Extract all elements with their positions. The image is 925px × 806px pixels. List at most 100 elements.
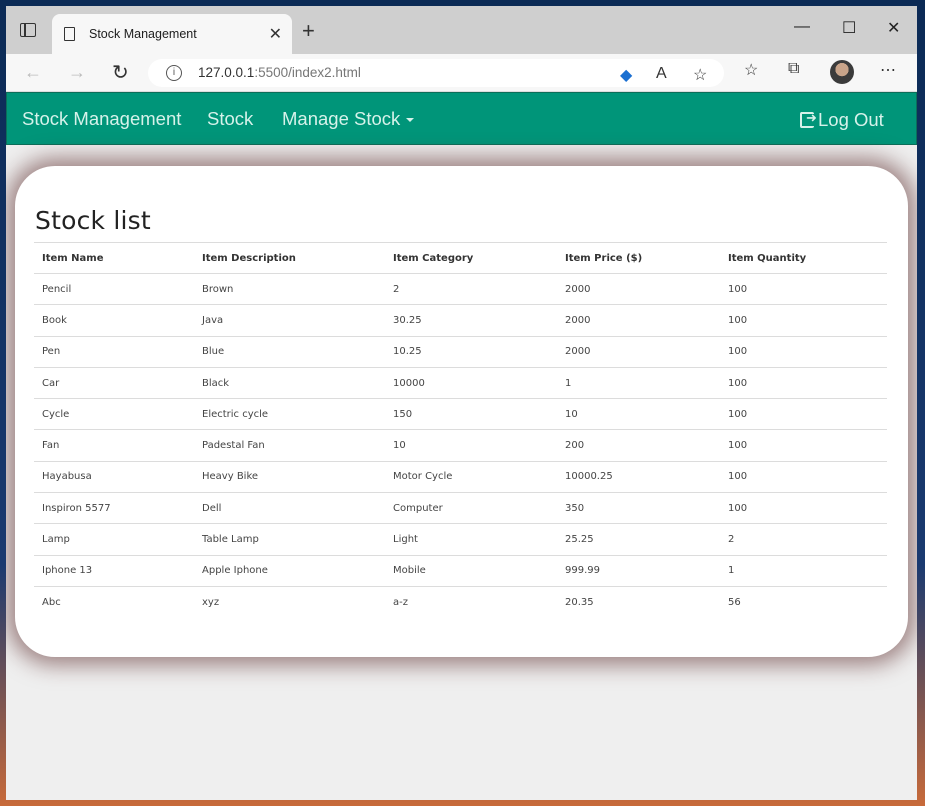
table-cell: a-z <box>385 585 557 618</box>
minimize-icon[interactable]: — <box>794 18 810 36</box>
table-cell: Hayabusa <box>34 460 194 493</box>
column-header: Item Description <box>194 242 385 274</box>
table-cell: 100 <box>720 460 887 493</box>
table-cell: Table Lamp <box>194 523 385 556</box>
table-cell: 100 <box>720 398 887 430</box>
tab-title: Stock Management <box>89 27 197 41</box>
tab-strip: Stock Management ✕ + — ☐ ✕ <box>6 6 917 54</box>
table-cell: 100 <box>720 335 887 368</box>
table-cell: Blue <box>194 335 385 368</box>
table-cell: Abc <box>34 585 194 618</box>
table-cell: Padestal Fan <box>194 429 385 462</box>
url-field[interactable]: i 127.0.0.1:5500/index2.html ◆ A ☆ <box>148 59 724 87</box>
table-cell: 10.25 <box>385 335 557 368</box>
nav-manage-stock[interactable]: Manage Stock <box>282 108 415 130</box>
column-header: Item Category <box>385 242 557 274</box>
table-cell: Pen <box>34 335 194 368</box>
table-cell: 2 <box>720 523 887 556</box>
table-cell: 2000 <box>557 335 720 368</box>
stock-card: Stock list Item Name Item Description It… <box>15 166 908 657</box>
read-aloud-icon[interactable]: A <box>656 65 667 83</box>
table-cell: 150 <box>385 398 557 430</box>
table-cell: Book <box>34 304 194 337</box>
table-row: Car Black 10000 1 100 <box>34 366 887 399</box>
favorites-icon[interactable]: ☆ <box>744 60 758 80</box>
browser-window: Stock Management ✕ + — ☐ ✕ ← → ↻ i 127.0… <box>6 6 917 800</box>
table-row: Iphone 13 Apple Iphone Mobile 999.99 1 <box>34 554 887 587</box>
table-cell: Computer <box>385 492 557 524</box>
nav-stock[interactable]: Stock <box>207 108 253 130</box>
nav-manage-stock-label: Manage Stock <box>282 108 401 129</box>
table-cell: 10000 <box>385 366 557 399</box>
reload-icon[interactable]: ↻ <box>112 60 129 85</box>
collections-icon[interactable]: ⧉ <box>788 60 799 78</box>
table-cell: Motor Cycle <box>385 460 557 493</box>
column-header: Item Name <box>34 242 194 274</box>
page-title: Stock list <box>35 206 151 235</box>
table-cell: 1 <box>720 554 887 587</box>
table-cell: 2 <box>385 272 557 305</box>
table-cell: Apple Iphone <box>194 554 385 587</box>
table-cell: Brown <box>194 272 385 305</box>
table-cell: Lamp <box>34 523 194 556</box>
table-cell: Electric cycle <box>194 398 385 430</box>
chevron-down-icon <box>406 118 415 123</box>
add-favorite-icon[interactable]: ☆ <box>693 65 707 85</box>
column-header: Item Quantity <box>720 242 887 274</box>
navbar: Stock Management Stock Manage Stock Log … <box>6 92 917 145</box>
close-tab-icon[interactable]: ✕ <box>269 24 282 44</box>
tab-actions-icon[interactable] <box>20 23 36 37</box>
table-row: Cycle Electric cycle 150 10 100 <box>34 398 887 430</box>
page-content: Stock Management Stock Manage Stock Log … <box>6 92 917 800</box>
table-cell: 350 <box>557 492 720 524</box>
table-cell: 100 <box>720 429 887 462</box>
table-cell: Heavy Bike <box>194 460 385 493</box>
browser-tab[interactable]: Stock Management ✕ <box>52 14 292 54</box>
logout-label: Log Out <box>818 109 884 130</box>
stock-table: Item Name Item Description Item Category… <box>34 242 887 618</box>
table-cell: 30.25 <box>385 304 557 337</box>
table-cell: 2000 <box>557 304 720 337</box>
brand-link[interactable]: Stock Management <box>22 108 181 130</box>
tag-icon[interactable]: ◆ <box>620 65 632 85</box>
table-row: Abc xyz a-z 20.35 56 <box>34 585 887 618</box>
table-cell: 100 <box>720 272 887 305</box>
back-icon[interactable]: ← <box>24 62 42 83</box>
table-cell: Inspiron 5577 <box>34 492 194 524</box>
page-icon <box>64 27 75 41</box>
table-cell: 1 <box>557 366 720 399</box>
logout-button[interactable]: Log Out <box>800 109 884 131</box>
table-row: Book Java 30.25 2000 100 <box>34 304 887 337</box>
table-cell: Light <box>385 523 557 556</box>
forward-icon[interactable]: → <box>68 62 86 83</box>
table-row: Lamp Table Lamp Light 25.25 2 <box>34 523 887 556</box>
table-cell: Pencil <box>34 272 194 305</box>
new-tab-icon[interactable]: + <box>302 18 315 44</box>
table-cell: Cycle <box>34 398 194 430</box>
table-cell: 200 <box>557 429 720 462</box>
table-header-row: Item Name Item Description Item Category… <box>34 242 887 274</box>
table-cell: 56 <box>720 585 887 618</box>
table-cell: Iphone 13 <box>34 554 194 587</box>
table-cell: Fan <box>34 429 194 462</box>
info-icon[interactable]: i <box>166 65 182 81</box>
table-cell: 10 <box>385 429 557 462</box>
table-cell: 25.25 <box>557 523 720 556</box>
maximize-icon[interactable]: ☐ <box>842 18 856 38</box>
table-cell: 2000 <box>557 272 720 305</box>
table-cell: 20.35 <box>557 585 720 618</box>
table-cell: 10000.25 <box>557 460 720 493</box>
table-cell: 999.99 <box>557 554 720 587</box>
address-bar: ← → ↻ i 127.0.0.1:5500/index2.html ◆ A ☆… <box>6 54 917 92</box>
url-text[interactable]: 127.0.0.1:5500/index2.html <box>198 65 361 80</box>
table-cell: 100 <box>720 304 887 337</box>
table-row: Hayabusa Heavy Bike Motor Cycle 10000.25 100 <box>34 460 887 493</box>
table-cell: xyz <box>194 585 385 618</box>
profile-avatar[interactable] <box>830 60 854 84</box>
table-cell: Dell <box>194 492 385 524</box>
table-cell: Black <box>194 366 385 399</box>
more-menu-icon[interactable]: ⋯ <box>880 60 896 80</box>
table-cell: 100 <box>720 366 887 399</box>
close-window-icon[interactable]: ✕ <box>887 18 900 38</box>
table-cell: 10 <box>557 398 720 430</box>
